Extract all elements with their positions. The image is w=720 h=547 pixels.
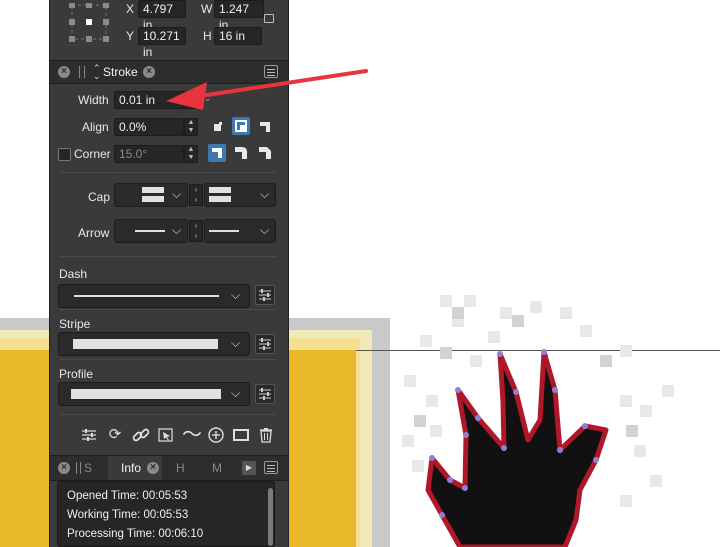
align-center-icon[interactable]: [232, 117, 250, 135]
align-field[interactable]: 0.0%: [114, 118, 184, 136]
working-time: Working Time: 00:05:53: [67, 509, 189, 521]
cap-end-preview: [209, 187, 231, 193]
arrow-end-preview: [209, 230, 239, 232]
stroke-tab[interactable]: Stroke: [103, 65, 138, 79]
x-field[interactable]: 4.797 in: [138, 0, 186, 32]
w-field[interactable]: 1.247 in: [214, 0, 264, 32]
stroke-tab-bar: × ⌃ ⌄ Stroke ×: [50, 60, 288, 84]
width-dropdown-icon[interactable]: ⌄: [204, 93, 212, 104]
hand-silhouette[interactable]: [400, 330, 630, 547]
dash-dropdown[interactable]: ⌵: [58, 284, 250, 308]
expand-chevrons-icon[interactable]: ⌃ ⌄: [93, 64, 101, 81]
lock-icon[interactable]: [264, 14, 274, 23]
properties-panel: X 4.797 in W 1.247 in Y 10.271 in H 16 i…: [49, 0, 289, 547]
cap-end-preview-2: [209, 196, 231, 202]
corner-bevel-icon[interactable]: [256, 144, 274, 162]
tab-overflow-icon[interactable]: ▶: [242, 461, 256, 475]
h-field[interactable]: 16 in: [214, 27, 262, 45]
tab-info[interactable]: Info: [121, 461, 141, 475]
opened-time: Opened Time: 00:05:53: [67, 490, 188, 502]
cap-label: Cap: [88, 190, 111, 204]
processing-time: Processing Time: 00:06:10: [67, 528, 204, 540]
cap-swap-stepper[interactable]: › ‹: [189, 184, 203, 206]
anchor-selector-icon[interactable]: [68, 3, 110, 43]
chevron-down-icon: ⌵: [231, 386, 241, 400]
close-info-tab-icon[interactable]: ×: [147, 462, 159, 474]
width-label: Width: [78, 93, 109, 107]
separator: [60, 359, 276, 360]
tab-m[interactable]: M: [212, 461, 222, 475]
info-box: Opened Time: 00:05:53 Working Time: 00:0…: [57, 481, 275, 547]
stripe-label: Stripe: [59, 317, 91, 331]
corner-field[interactable]: 15.0°: [114, 145, 184, 163]
dash-label: Dash: [59, 267, 88, 281]
x-label: X: [126, 2, 135, 16]
chevron-down-icon: ⌵: [172, 187, 182, 201]
selection-icon[interactable]: [157, 426, 175, 444]
corner-miter-icon[interactable]: [208, 144, 226, 162]
corner-stepper[interactable]: ▲ ▼: [184, 145, 198, 163]
rotate-icon[interactable]: ⟳: [106, 426, 124, 444]
corner-round-icon[interactable]: [232, 144, 250, 162]
rectangle-icon[interactable]: [232, 426, 250, 444]
arrow-end-dropdown[interactable]: ⌵: [204, 219, 276, 243]
corner-label: Corner: [74, 147, 111, 161]
wave-icon[interactable]: 〜: [182, 425, 202, 445]
profile-settings-button[interactable]: [255, 384, 275, 404]
tab-s[interactable]: S: [84, 461, 92, 475]
cap-start-dropdown[interactable]: ⌵: [114, 183, 188, 207]
separator: [60, 414, 276, 415]
panel-menu-icon[interactable]: [264, 65, 278, 78]
info-tab-bar: × S Info × H M ▶: [50, 455, 288, 481]
arrow-label: Arrow: [78, 226, 110, 240]
separator: [60, 256, 276, 257]
info-panel-menu-icon[interactable]: [264, 461, 278, 474]
plus-circle-icon[interactable]: [207, 426, 225, 444]
align-label: Align: [82, 120, 109, 134]
profile-preview: [71, 389, 221, 399]
width-field[interactable]: 0.01 in: [114, 91, 198, 109]
profile-dropdown[interactable]: ⌵: [58, 382, 250, 406]
tab-h[interactable]: H: [176, 461, 185, 475]
stripe-preview: [73, 339, 218, 349]
info-scrollbar[interactable]: [268, 488, 273, 546]
y-label: Y: [126, 29, 135, 43]
settings-sliders-icon[interactable]: [80, 426, 98, 444]
dash-preview: [74, 295, 219, 297]
arrow-start-preview: [135, 230, 165, 232]
separator: [60, 172, 276, 173]
cap-end-dropdown[interactable]: ⌵: [204, 183, 276, 207]
grip-icon[interactable]: [76, 462, 81, 474]
close-info-panel-icon[interactable]: ×: [58, 462, 70, 474]
align-stepper[interactable]: ▲ ▼: [184, 118, 198, 136]
grip-icon[interactable]: [79, 66, 85, 78]
separator: [60, 309, 276, 310]
arrow-swap-stepper[interactable]: › ‹: [189, 220, 203, 242]
stripe-settings-button[interactable]: [255, 334, 275, 354]
align-outside-icon[interactable]: [256, 118, 274, 136]
y-field[interactable]: 10.271 in: [138, 27, 186, 59]
corner-checkbox[interactable]: [58, 148, 71, 161]
chevron-down-icon: ⌵: [231, 336, 241, 350]
profile-label: Profile: [59, 367, 94, 381]
h-label: H: [203, 29, 212, 43]
sliders-icon: [259, 388, 271, 400]
sliders-icon: [259, 289, 271, 301]
chevron-down-icon: ⌵: [172, 223, 182, 237]
stripe-dropdown[interactable]: ⌵: [58, 332, 250, 356]
close-stroke-tab-icon[interactable]: ×: [143, 66, 155, 78]
arrow-start-dropdown[interactable]: ⌵: [114, 219, 188, 243]
cap-start-preview-2: [142, 196, 164, 202]
chevron-down-icon: ⌵: [260, 187, 270, 201]
w-label: W: [201, 2, 213, 16]
cap-start-preview: [142, 187, 164, 193]
sliders-icon: [259, 338, 271, 350]
chevron-down-icon: ⌵: [231, 288, 241, 302]
dash-settings-button[interactable]: [255, 285, 275, 305]
close-panel-icon[interactable]: ×: [58, 66, 70, 78]
align-inside-icon[interactable]: [208, 118, 226, 136]
link-icon[interactable]: [132, 426, 150, 444]
chevron-down-icon: ⌵: [260, 223, 270, 237]
trash-icon[interactable]: [257, 426, 275, 444]
